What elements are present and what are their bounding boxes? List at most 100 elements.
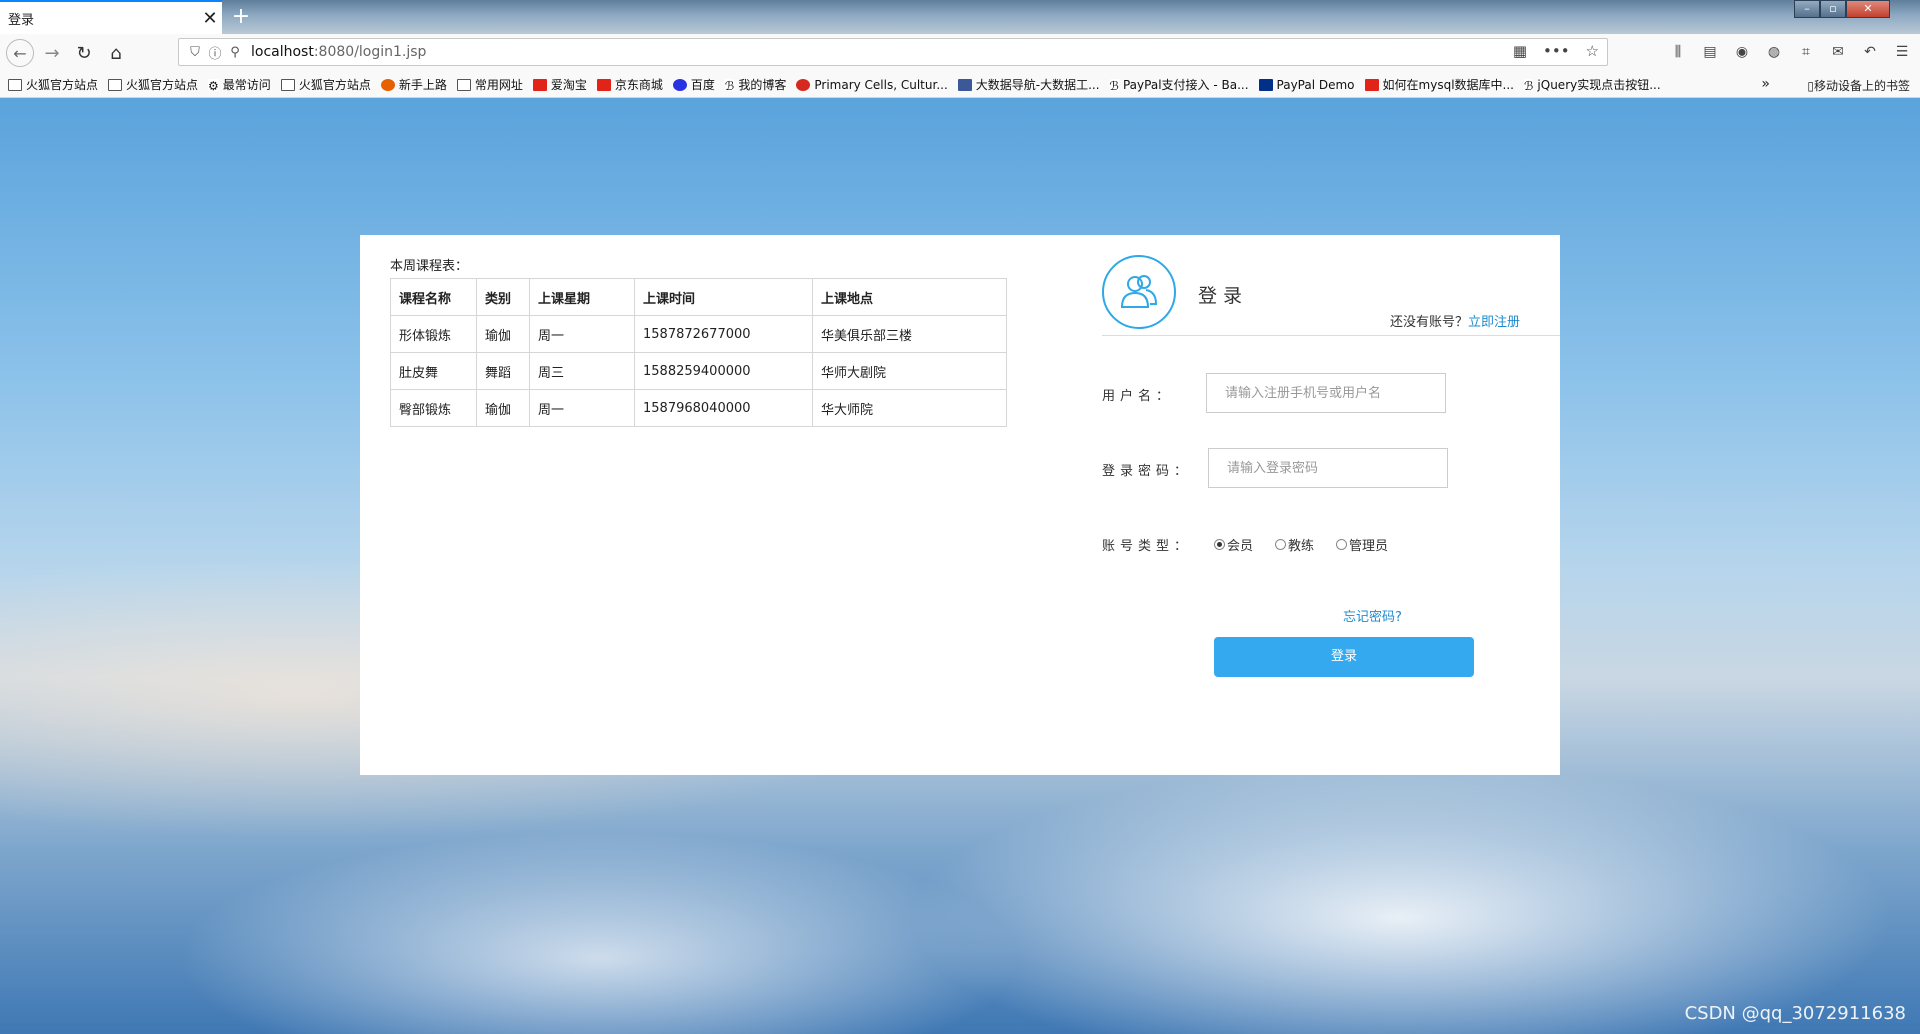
forward-arrow-icon: → [44,42,60,64]
gear-icon: ⚙ [208,78,219,93]
taobao-icon [532,78,547,91]
bookmark-label: PayPal支付接入 - Ba... [1122,78,1249,92]
reload-button[interactable]: ↻ [68,37,100,69]
account-type-radio-group: 会员 教练 管理员 [1214,535,1388,554]
radio-checked-icon[interactable] [1214,539,1225,550]
minimize-icon[interactable]: – [1794,0,1820,18]
bookmark-item[interactable]: 火狐官方站点 [280,76,371,93]
globe-icon[interactable]: ◍ [1764,42,1784,62]
table-cell: 瑜伽 [476,315,530,353]
folder-icon [456,78,471,91]
new-tab-button[interactable]: + [228,2,254,32]
user-group-svg [1120,275,1158,308]
shield-icon[interactable]: ⛉ [185,45,205,60]
register-link[interactable]: 立即注册 [1468,315,1520,330]
page-actions-icon[interactable]: ••• [1543,42,1570,60]
bookmark-item[interactable]: ℬ 我的博客 [724,76,786,93]
table-cell: 1587968040000 [634,389,813,427]
bookmark-label: 火狐官方站点 [26,78,99,92]
bookmark-item[interactable]: 常用网址 [456,76,523,93]
bookmark-label: 最常访问 [222,78,271,92]
bookmarks-overflow-button[interactable]: » [1761,76,1770,92]
chat-icon[interactable]: ✉ [1828,42,1848,62]
tab-strip: 登录 ✕ + – ▫ ✕ [0,0,1920,34]
bookmark-label: 爱淘宝 [550,78,587,92]
table-cell: 1587872677000 [634,315,813,353]
username-input[interactable] [1206,373,1446,413]
page-background: 本周课程表： 课程名称 类别 上课星期 上课时间 上课地点 形体锻炼 瑜伽 周一… [0,98,1920,1034]
bookmark-item[interactable]: Primary Cells, Cultur... [796,78,948,92]
bookmarks-toolbar: 火狐官方站点 火狐官方站点 ⚙ 最常访问 火狐官方站点 新手上路 常用网址 爱淘宝… [0,72,1920,98]
back-arrow-icon: ← [6,39,34,67]
radio-unchecked-icon[interactable] [1275,539,1287,550]
bookmark-item[interactable]: 百度 [672,76,715,93]
undo-icon[interactable]: ↶ [1860,42,1880,62]
menu-icon[interactable]: ☰ [1892,42,1912,62]
login-submit-button[interactable]: 登录 [1214,637,1474,677]
bookmark-item[interactable]: 京东商城 [596,76,663,93]
radio-member[interactable]: 会员 [1214,535,1253,554]
username-label: 用户名： [1102,389,1175,404]
bookmark-star-icon[interactable]: ☆ [1586,42,1599,60]
bookmark-label: 火狐官方站点 [298,78,371,92]
site-icon [957,78,972,91]
forgot-password-link[interactable]: 忘记密码? [1343,606,1402,625]
screenshot-icon[interactable]: ⌗ [1796,42,1816,62]
bookmark-item[interactable]: PayPal Demo [1258,77,1355,92]
permissions-icon[interactable]: ⚲ [225,45,245,60]
navigation-toolbar: ← → ↻ ⌂ ⛉ ⓘ ⚲ localhost :8080/login1.jsp… [0,34,1920,72]
table-row: 肚皮舞 舞蹈 周三 1588259400000 华师大剧院 [390,352,1007,390]
sidebar-icon[interactable]: ▤ [1700,42,1720,62]
browser-toolbar-icons: ⫼ ▤ ◉ ◍ ⌗ ✉ ↶ ☰ [1668,38,1912,66]
radio-unchecked-icon[interactable] [1336,539,1348,550]
tab-title: 登录 [8,12,35,28]
bookmark-label: PayPal Demo [1276,77,1355,92]
account-icon[interactable]: ◉ [1732,42,1752,62]
tab-login[interactable]: 登录 ✕ [0,0,222,34]
bookmark-label: 大数据导航-大数据工... [975,78,1100,92]
column-header: 上课地点 [812,278,1007,316]
info-icon[interactable]: ⓘ [205,43,225,62]
table-row: 形体锻炼 瑜伽 周一 1587872677000 华美俱乐部三楼 [390,315,1007,353]
qr-code-icon[interactable]: ▦ [1513,42,1527,60]
bookmark-item[interactable]: ℬjQuery实现点击按钮... [1523,76,1661,93]
bookmark-item[interactable]: ℬ PayPal支付接入 - Ba... [1109,76,1249,93]
home-button[interactable]: ⌂ [100,37,132,69]
radio-coach[interactable]: 教练 [1275,535,1314,554]
bookmark-item[interactable]: 火狐官方站点 [108,76,198,93]
window-close-icon[interactable]: ✕ [1846,0,1890,18]
bookmark-item[interactable]: 大数据导航-大数据工... [957,76,1100,93]
schedule-title: 本周课程表： [390,259,469,274]
login-form: 登录 还没有账号？立即注册 用户名： 登录密码： 账号类型： 会员 教练 管理员… [1102,235,1560,775]
library-icon[interactable]: ⫼ [1668,42,1688,62]
radio-label: 管理员 [1349,539,1389,554]
folder-icon [108,78,123,91]
table-cell: 周三 [529,352,635,390]
bookmark-item[interactable]: 爱淘宝 [532,76,587,93]
column-header: 上课时间 [634,278,813,316]
tab-close-icon[interactable]: ✕ [198,8,222,29]
table-row: 臀部锻炼 瑜伽 周一 1587968040000 华大师院 [390,389,1007,427]
register-hint-text: 还没有账号？ [1390,315,1469,330]
address-bar[interactable]: ⛉ ⓘ ⚲ localhost :8080/login1.jsp ▦ ••• ☆ [178,38,1608,66]
mobile-bookmarks-link[interactable]: ▯移动设备上的书签 [1807,77,1910,94]
radio-label: 会员 [1227,539,1254,554]
bookmark-label: 百度 [690,78,715,92]
radio-admin[interactable]: 管理员 [1336,535,1388,554]
bookmark-item[interactable]: 如何在mysql数据库中... [1364,76,1514,93]
password-input[interactable] [1208,448,1448,488]
address-bar-actions: ▦ ••• ☆ [1513,42,1599,60]
maximize-icon[interactable]: ▫ [1820,0,1846,18]
table-cell: 华美俱乐部三楼 [812,315,1007,353]
forward-button[interactable]: → [36,37,68,69]
folder-icon [280,78,295,91]
login-heading: 登录 [1198,285,1249,307]
url-host: localhost [251,44,314,60]
register-hint: 还没有账号？立即注册 [1390,311,1520,330]
bookmark-item[interactable]: 火狐官方站点 [8,76,98,93]
bookmark-label: 常用网址 [474,78,523,92]
back-button[interactable]: ← [4,37,36,69]
bookmark-item[interactable]: ⚙ 最常访问 [208,76,271,93]
bookmark-item[interactable]: 新手上路 [380,76,447,93]
bookmark-label: 如何在mysql数据库中... [1382,78,1514,92]
